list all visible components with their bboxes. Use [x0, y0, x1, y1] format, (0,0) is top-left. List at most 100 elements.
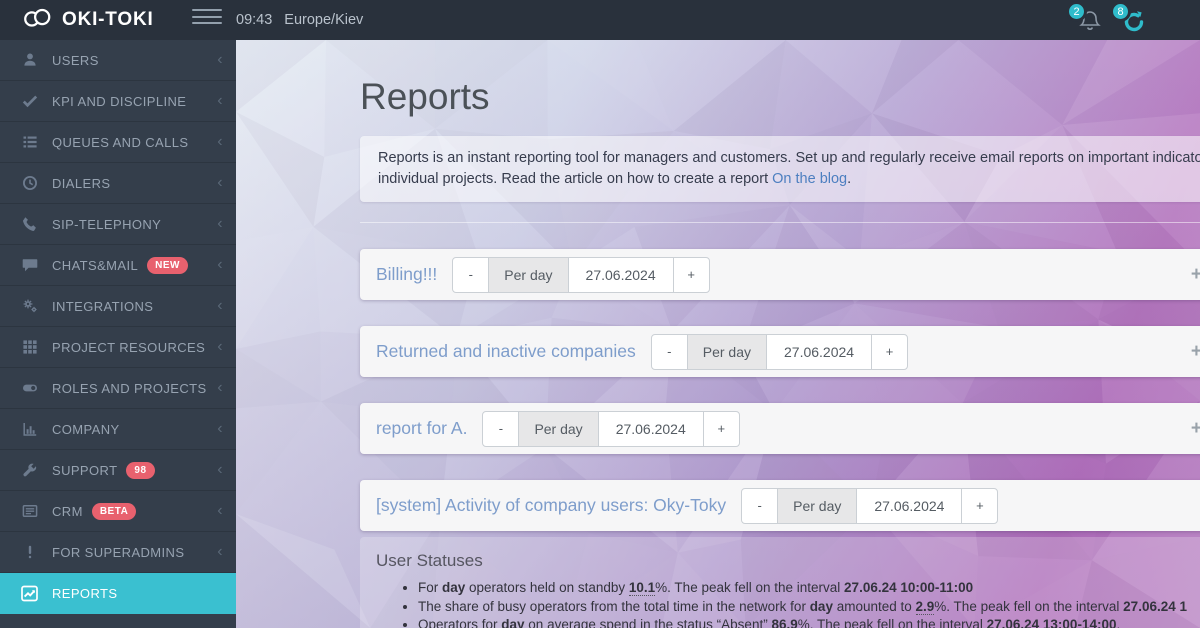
sidebar-item-crm[interactable]: CRM BETA ‹ — [0, 491, 236, 532]
sidebar-item-label: FOR SUPERADMINS — [52, 545, 184, 560]
chevron-left-icon: ‹ — [217, 93, 223, 109]
date-button[interactable]: 27.06.2024 — [598, 411, 704, 447]
timezone-value: Europe/Kiev — [284, 12, 363, 28]
check-icon — [20, 93, 39, 109]
exclamation-icon — [20, 544, 39, 560]
period-control: - Per day 27.06.2024 + — [651, 334, 908, 370]
beta-badge: BETA — [92, 503, 136, 520]
sidebar-item-roles-projects[interactable]: ROLES AND PROJECTS ‹ — [0, 368, 236, 409]
logo-text: OKI-TOKI — [62, 9, 154, 31]
user-statuses-title: User Statuses — [376, 551, 1200, 571]
chart-line-icon — [20, 585, 39, 602]
info-line1: Reports is an instant reporting tool for… — [378, 148, 1200, 169]
history-refresh-icon — [1122, 21, 1146, 38]
gears-icon — [20, 298, 39, 314]
menu-toggle-button[interactable] — [192, 9, 222, 29]
sidebar-item-label: KPI AND DISCIPLINE — [52, 94, 186, 109]
sidebar-item-superadmins[interactable]: FOR SUPERADMINS ‹ — [0, 532, 236, 573]
history-button[interactable]: 8 — [1122, 8, 1146, 34]
chevron-left-icon: ‹ — [217, 339, 223, 355]
period-mode-button[interactable]: Per day — [518, 411, 598, 447]
period-control: - Per day 27.06.2024 + — [741, 488, 998, 524]
clock-icon — [20, 175, 39, 191]
list-icon — [20, 134, 39, 150]
sidebar-item-company[interactable]: COMPANY ‹ — [0, 409, 236, 450]
sidebar-item-label: SIP-TELEPHONY — [52, 217, 161, 232]
expand-plus-icon[interactable]: + — [1191, 419, 1200, 438]
sidebar-item-label: SUPPORT — [52, 463, 117, 478]
period-minus-button[interactable]: - — [741, 488, 778, 524]
chevron-left-icon: ‹ — [217, 216, 223, 232]
period-plus-button[interactable]: + — [961, 488, 998, 524]
topbar: OKI-TOKI 09:43 Europe/Kiev 2 8 — [0, 0, 1200, 40]
user-icon — [20, 52, 39, 68]
date-button[interactable]: 27.06.2024 — [766, 334, 872, 370]
clock: 09:43 Europe/Kiev — [236, 0, 363, 40]
bell-icon — [1078, 21, 1102, 38]
chevron-left-icon: ‹ — [217, 298, 223, 314]
sidebar-item-support[interactable]: SUPPORT 98 ‹ — [0, 450, 236, 491]
main-area: Reports Reports is an instant reporting … — [236, 40, 1200, 628]
date-button[interactable]: 27.06.2024 — [568, 257, 674, 293]
sidebar-item-dialers[interactable]: DIALERS ‹ — [0, 163, 236, 204]
report-title-link[interactable]: Billing!!! — [376, 264, 437, 285]
info-line2-text: individual projects. Read the article on… — [378, 171, 772, 187]
chevron-left-icon: ‹ — [217, 421, 223, 437]
sidebar-item-users[interactable]: USERS ‹ — [0, 40, 236, 81]
toggle-icon — [20, 380, 39, 396]
period-mode-button[interactable]: Per day — [687, 334, 767, 370]
period-minus-button[interactable]: - — [482, 411, 519, 447]
sidebar-item-chats-mail[interactable]: CHATS&MAIL NEW ‹ — [0, 245, 236, 286]
chevron-left-icon: ‹ — [217, 175, 223, 191]
chevron-left-icon: ‹ — [217, 462, 223, 478]
status-line: The share of busy operators from the tot… — [418, 598, 1200, 617]
period-mode-button[interactable]: Per day — [777, 488, 857, 524]
chevron-left-icon: ‹ — [217, 503, 223, 519]
bar-chart-icon — [20, 421, 39, 437]
period-plus-button[interactable]: + — [673, 257, 710, 293]
support-count-badge: 98 — [126, 462, 154, 479]
blog-link[interactable]: On the blog — [772, 171, 847, 187]
period-minus-button[interactable]: - — [651, 334, 688, 370]
new-badge: NEW — [147, 257, 188, 274]
period-plus-button[interactable]: + — [871, 334, 908, 370]
chevron-left-icon: ‹ — [217, 380, 223, 396]
phone-icon — [20, 216, 39, 232]
sidebar-item-queues[interactable]: QUEUES AND CALLS ‹ — [0, 122, 236, 163]
sidebar-item-label: DIALERS — [52, 176, 110, 191]
sidebar-item-label: CRM — [52, 504, 83, 519]
newspaper-icon — [20, 503, 39, 519]
report-card-billing: Billing!!! - Per day 27.06.2024 + + — [360, 249, 1200, 300]
date-button[interactable]: 27.06.2024 — [856, 488, 962, 524]
sidebar-item-label: COMPANY — [52, 422, 120, 437]
period-mode-button[interactable]: Per day — [488, 257, 568, 293]
expand-plus-icon[interactable]: + — [1191, 342, 1200, 361]
sidebar-item-kpi[interactable]: KPI AND DISCIPLINE ‹ — [0, 81, 236, 122]
report-title-link[interactable]: [system] Activity of company users: Oky-… — [376, 495, 726, 516]
info-banner: Reports is an instant reporting tool for… — [360, 136, 1200, 202]
status-line: For day operators held on standby 10.1%.… — [418, 579, 1200, 598]
status-line: Operators for day on average spend in th… — [418, 616, 1200, 628]
period-minus-button[interactable]: - — [452, 257, 489, 293]
sidebar-item-label: CHATS&MAIL — [52, 258, 138, 273]
notifications-bell-button[interactable]: 2 — [1078, 8, 1102, 34]
notifications-count-badge: 2 — [1066, 1, 1087, 22]
app-logo[interactable]: OKI-TOKI — [21, 0, 154, 40]
info-line2: individual projects. Read the article on… — [378, 169, 1200, 190]
sidebar-item-reports[interactable]: REPORTS — [0, 573, 236, 614]
wrench-icon — [20, 462, 39, 478]
sidebar: USERS ‹ KPI AND DISCIPLINE ‹ QUEUES AND … — [0, 40, 236, 628]
chevron-left-icon: ‹ — [217, 544, 223, 560]
sidebar-item-sip-telephony[interactable]: SIP-TELEPHONY ‹ — [0, 204, 236, 245]
expand-plus-icon[interactable]: + — [1191, 265, 1200, 284]
report-title-link[interactable]: report for A. — [376, 418, 467, 439]
period-plus-button[interactable]: + — [703, 411, 740, 447]
sidebar-item-integrations[interactable]: INTEGRATIONS ‹ — [0, 286, 236, 327]
period-control: - Per day 27.06.2024 + — [482, 411, 739, 447]
sidebar-item-label: USERS — [52, 53, 99, 68]
report-title-link[interactable]: Returned and inactive companies — [376, 341, 636, 362]
report-card-report-for-a: report for A. - Per day 27.06.2024 + + — [360, 403, 1200, 454]
sidebar-item-label: ROLES AND PROJECTS — [52, 381, 207, 396]
sidebar-item-project-resources[interactable]: PROJECT RESOURCES ‹ — [0, 327, 236, 368]
grid-icon — [20, 339, 39, 355]
